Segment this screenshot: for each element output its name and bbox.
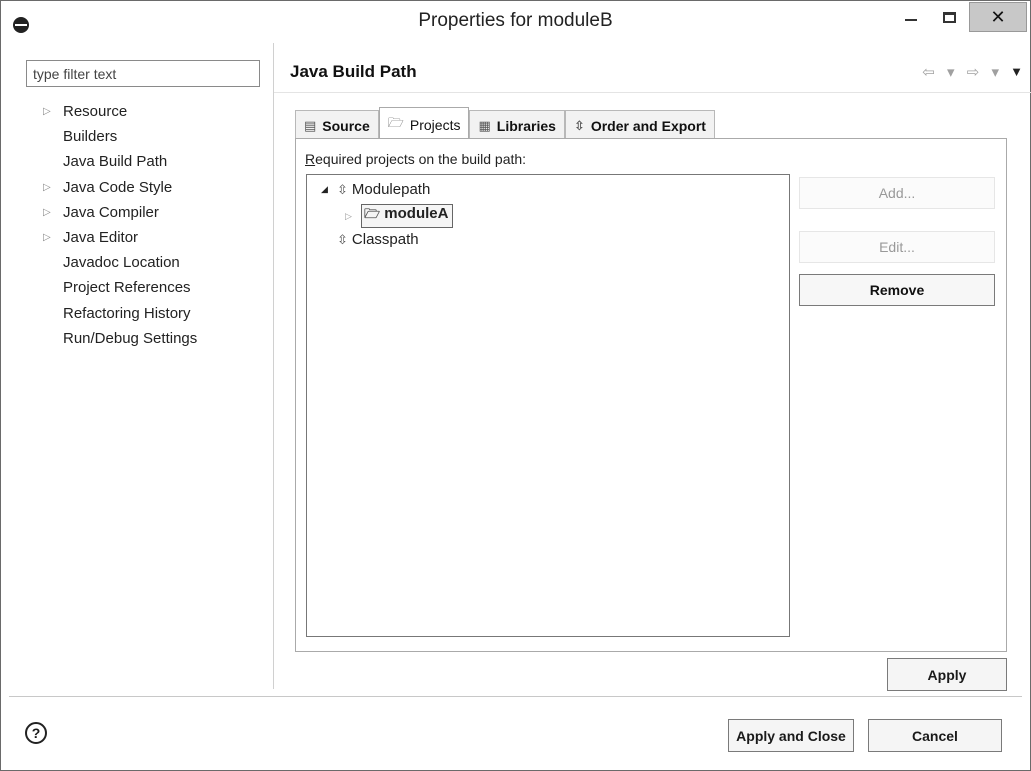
tree-item-javadoc-location[interactable]: Javadoc Location: [1, 250, 271, 275]
tree-item-label: Java Editor: [63, 228, 139, 246]
tree-item-label: Refactoring History: [63, 304, 191, 322]
selected-project[interactable]: 🗁 moduleA: [361, 204, 454, 228]
required-projects-label: Required projects on the build path:: [305, 151, 526, 167]
edit-button[interactable]: Edit...: [799, 231, 995, 263]
projects-panel: Required projects on the build path: ◢ ⇳…: [295, 138, 1007, 652]
minimize-icon: [905, 19, 917, 21]
node-label: moduleA: [384, 205, 449, 222]
minimize-button[interactable]: [891, 2, 931, 32]
tree-item-builders[interactable]: Builders: [1, 124, 271, 149]
node-label: Modulepath: [351, 181, 431, 198]
tab-label: Order and Export: [590, 118, 706, 134]
node-label: Classpath: [351, 231, 419, 248]
maximize-icon: [942, 11, 956, 23]
help-icon[interactable]: ?: [25, 722, 47, 744]
property-page-tree: ▷ Resource Builders Java Build Path ▷ Ja…: [1, 99, 271, 351]
tree-item-label: Project References: [63, 279, 191, 297]
footer-divider: [9, 696, 1022, 697]
maximize-button[interactable]: [929, 2, 969, 32]
tab-order-and-export[interactable]: ⇳ Order and Export: [564, 110, 715, 141]
path-container-icon: ⇳: [337, 181, 348, 197]
properties-dialog: Properties for moduleB ✕ ▷ Resource Buil…: [0, 0, 1031, 771]
expand-arrow-icon[interactable]: ▷: [43, 225, 51, 250]
history-nav: ⇦ ▾ ⇨ ▾: [922, 63, 1003, 81]
remove-button[interactable]: Remove: [799, 274, 995, 306]
projects-tree[interactable]: ◢ ⇳ Modulepath ▷ 🗁 moduleA ⇳ Classpath: [306, 174, 790, 637]
libraries-icon: ▦: [478, 118, 491, 133]
tree-item-label: Java Build Path: [63, 153, 168, 171]
apply-and-close-button[interactable]: Apply and Close: [728, 719, 854, 752]
tree-node-modulea[interactable]: ▷ 🗁 moduleA: [345, 204, 454, 228]
forward-arrow-icon[interactable]: ⇨ ▾: [967, 64, 1003, 81]
tree-item-resource[interactable]: ▷ Resource: [1, 99, 271, 124]
tab-source[interactable]: ▤ Source: [295, 110, 379, 141]
left-pane: ▷ Resource Builders Java Build Path ▷ Ja…: [1, 43, 274, 689]
mnemonic-letter: R: [305, 151, 316, 167]
tree-item-label: Builders: [63, 128, 118, 146]
tree-item-java-compiler[interactable]: ▷ Java Compiler: [1, 200, 271, 225]
order-export-icon: ⇳: [573, 118, 585, 133]
tree-node-classpath[interactable]: ⇳ Classpath: [337, 231, 419, 248]
tree-item-label: Resource: [63, 103, 128, 120]
close-button[interactable]: ✕: [969, 2, 1027, 32]
tab-label: Source: [322, 118, 370, 134]
window-title: Properties for moduleB: [418, 10, 613, 31]
expand-arrow-icon[interactable]: ▷: [43, 200, 51, 225]
tree-item-label: Run/Debug Settings: [63, 329, 198, 347]
tree-item-run-debug-settings[interactable]: Run/Debug Settings: [1, 326, 271, 351]
collapse-arrow-icon[interactable]: ◢: [321, 184, 333, 195]
label-text: equired projects on the build path:: [315, 151, 527, 167]
back-arrow-icon[interactable]: ⇦ ▾: [922, 64, 958, 81]
cancel-button[interactable]: Cancel: [868, 719, 1002, 752]
tab-projects[interactable]: 🗁 Projects: [378, 107, 470, 141]
tree-item-java-code-style[interactable]: ▷ Java Code Style: [1, 175, 271, 200]
build-path-tabs: ▤ Source 🗁 Projects ▦ Libraries ⇳ Order …: [295, 107, 715, 141]
title-bar: Properties for moduleB ✕: [1, 1, 1030, 43]
apply-button[interactable]: Apply: [887, 658, 1007, 691]
tab-libraries[interactable]: ▦ Libraries: [469, 110, 565, 141]
tree-node-modulepath[interactable]: ◢ ⇳ Modulepath: [321, 181, 430, 198]
tree-item-java-editor[interactable]: ▷ Java Editor: [1, 225, 271, 250]
project-folder-icon: 🗁: [364, 206, 381, 221]
tab-label: Libraries: [496, 118, 556, 134]
tab-label: Projects: [409, 116, 461, 133]
source-folder-icon: ▤: [304, 118, 317, 133]
filter-input[interactable]: [26, 60, 260, 87]
tree-item-project-references[interactable]: Project References: [1, 275, 271, 300]
expand-arrow-icon[interactable]: ▷: [43, 175, 51, 200]
expand-arrow-icon[interactable]: ▷: [43, 99, 51, 124]
tree-item-label: Javadoc Location: [63, 254, 180, 272]
tree-item-refactoring-history[interactable]: Refactoring History: [1, 301, 271, 326]
tree-item-label: Java Code Style: [63, 178, 173, 196]
tree-item-java-build-path[interactable]: Java Build Path: [1, 149, 271, 174]
add-button[interactable]: Add...: [799, 177, 995, 209]
tree-item-label: Java Compiler: [63, 203, 159, 221]
page-header: Java Build Path ⇦ ▾ ⇨ ▾ ▼: [274, 43, 1031, 93]
page-title: Java Build Path: [290, 62, 417, 81]
project-folder-icon: 🗁: [387, 114, 404, 130]
expand-arrow-icon[interactable]: ▷: [345, 211, 357, 222]
path-container-icon: ⇳: [337, 231, 348, 247]
view-menu-icon[interactable]: ▼: [1010, 64, 1023, 79]
close-icon: ✕: [990, 6, 1006, 27]
